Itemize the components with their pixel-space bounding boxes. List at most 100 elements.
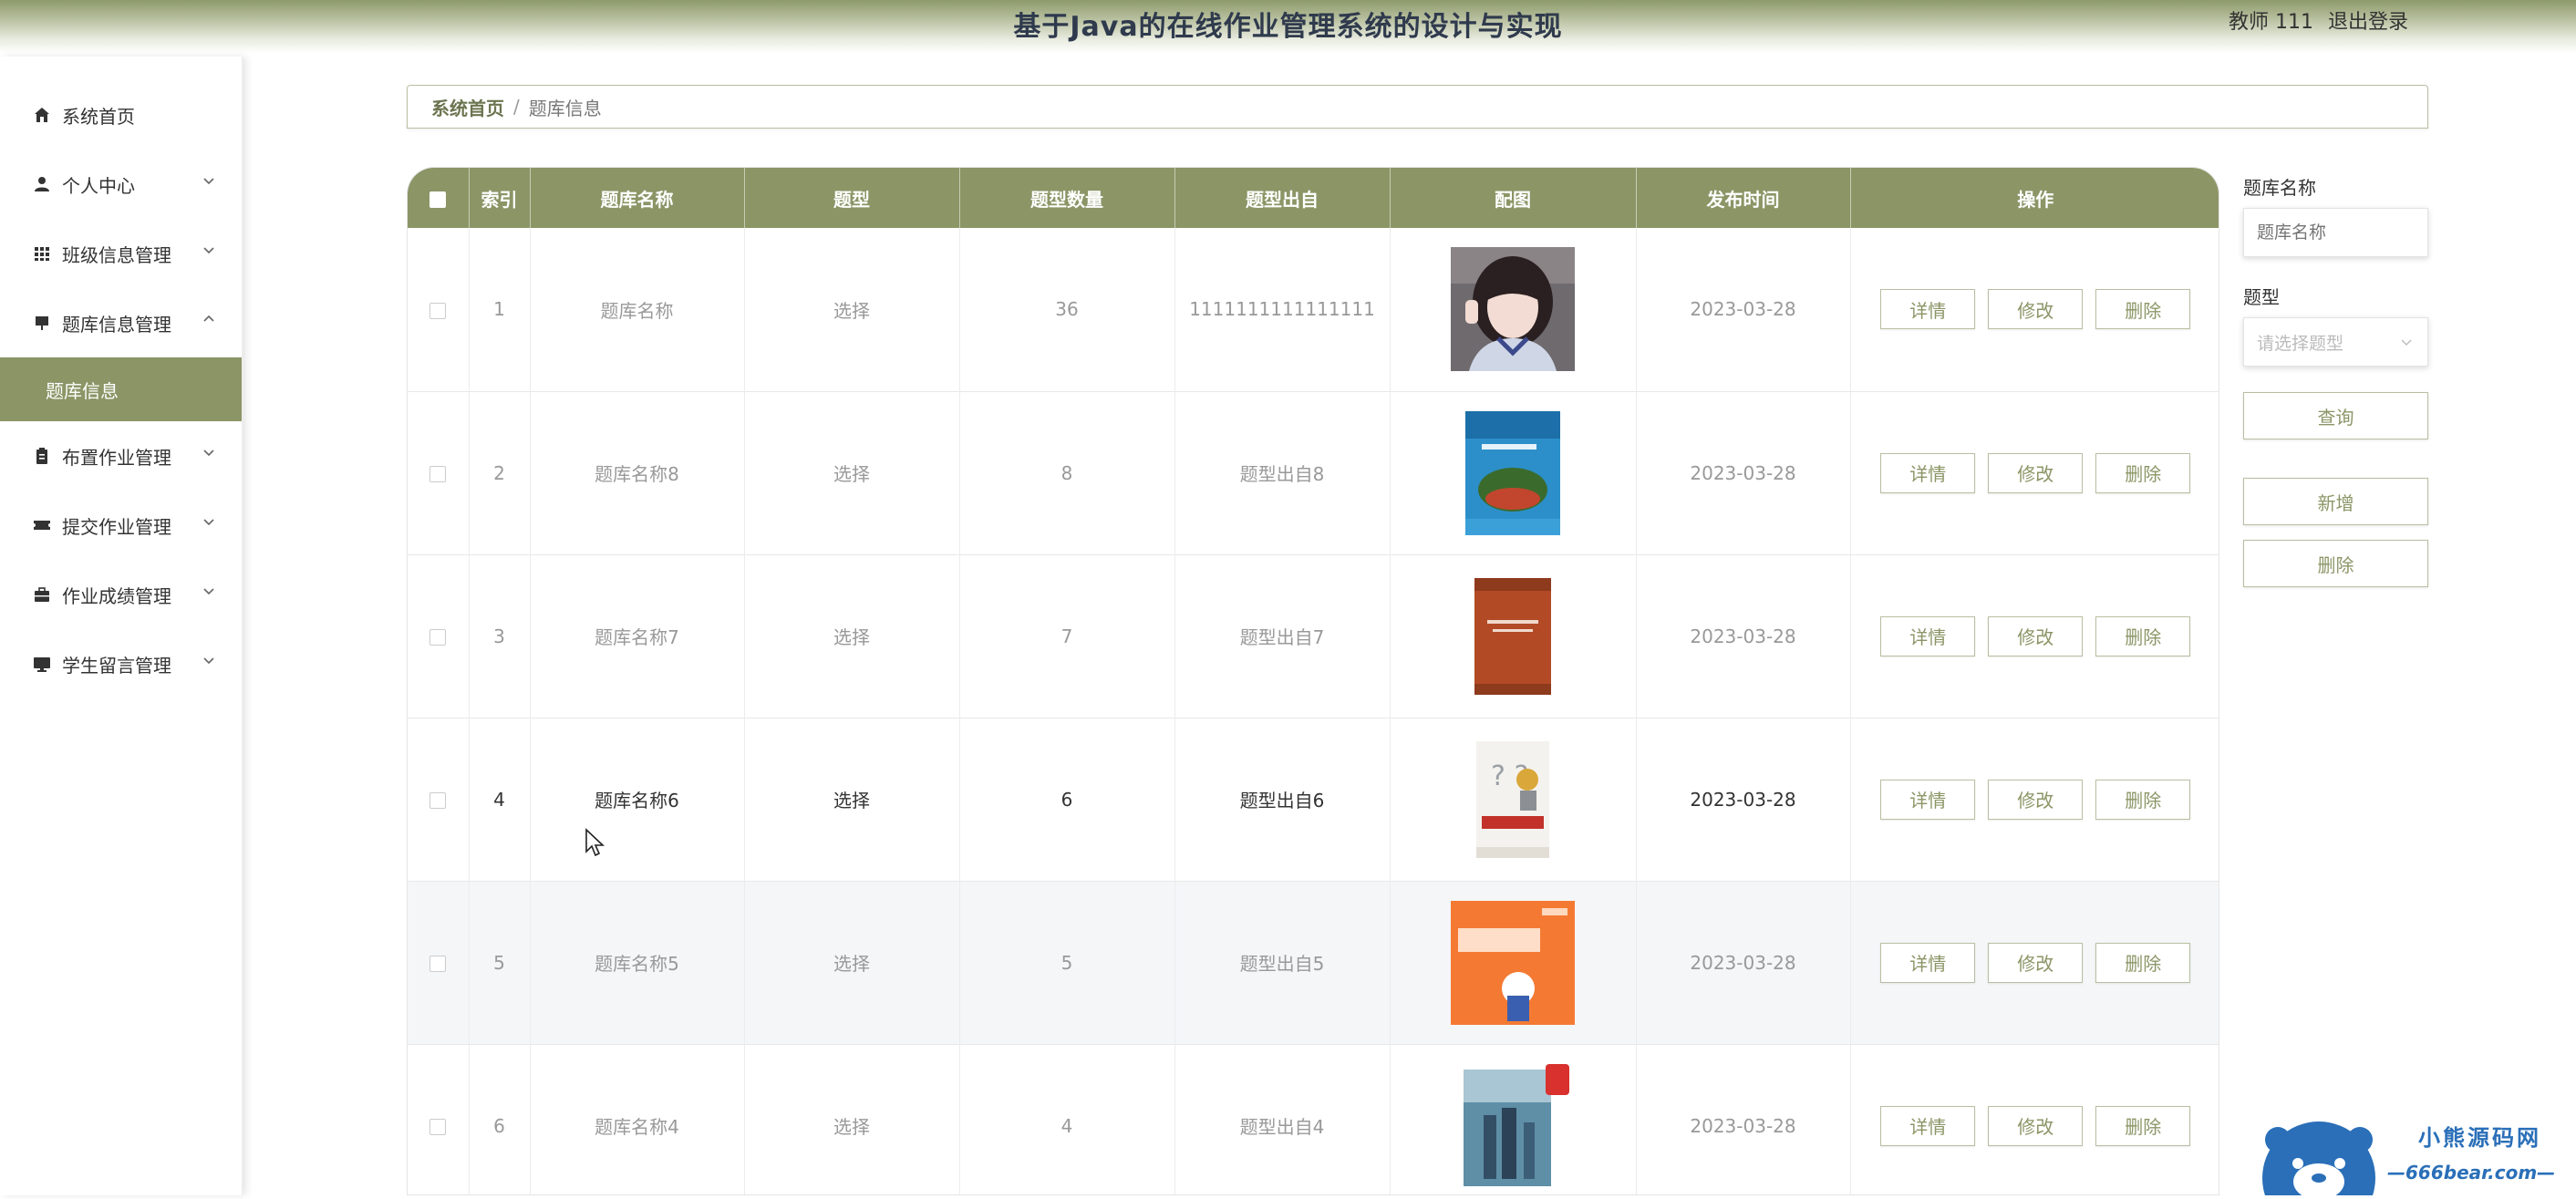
- grid-icon: [33, 244, 51, 263]
- batch-delete-button[interactable]: 删除: [2243, 540, 2428, 587]
- cell-type: 选择: [744, 1044, 960, 1194]
- question-book-cover-image: ? ?: [1451, 738, 1575, 862]
- cell-index: 1: [469, 228, 531, 391]
- sidebar-item-question-bank[interactable]: 题库信息管理: [0, 288, 242, 357]
- table-row[interactable]: 5 题库名称5 选择 5 题型出自5 2023-03-28 详情 修改 删除: [408, 881, 2219, 1044]
- row-checkbox[interactable]: [429, 302, 447, 319]
- delete-button[interactable]: 删除: [2095, 615, 2191, 656]
- type-filter-label: 题型: [2243, 286, 2280, 308]
- sidebar-item-label: 学生留言管理: [62, 654, 171, 677]
- edit-button[interactable]: 修改: [1988, 452, 2084, 493]
- detail-button[interactable]: 详情: [1880, 289, 1976, 330]
- table-row[interactable]: 2 题库名称8 选择 8 题型出自8 2023-03-28 详情 修改 删除: [408, 391, 2219, 554]
- type-select[interactable]: 请选择题型: [2243, 317, 2428, 367]
- row-checkbox[interactable]: [429, 466, 447, 482]
- orange-cet-book-cover-image: [1451, 900, 1575, 1025]
- mouse-cursor-icon: [585, 828, 605, 857]
- cell-count: 8: [959, 391, 1175, 554]
- briefcase-icon: [33, 585, 51, 604]
- delete-button[interactable]: 删除: [2095, 942, 2191, 983]
- user-name: 教师 111: [2228, 11, 2313, 34]
- cell-count: 4: [959, 1044, 1175, 1194]
- user-area: 教师 111 退出登录: [2229, 5, 2408, 35]
- cell-source: 题型出自4: [1174, 1044, 1391, 1194]
- column-header: 操作: [2017, 188, 2054, 211]
- table-row[interactable]: 1 题库名称 选择 36 1111111111111111 2023-03-28…: [408, 228, 2219, 391]
- detail-button[interactable]: 详情: [1880, 452, 1976, 493]
- top-header: 基于Java的在线作业管理系统的设计与实现 教师 111 退出登录: [0, 0, 2576, 53]
- sidebar-item-label: 作业成绩管理: [62, 584, 171, 607]
- sidebar-item-assign-homework[interactable]: 布置作业管理: [0, 421, 242, 491]
- search-panel: 题库名称 题型 请选择题型 查询 新增 删除: [2243, 173, 2430, 587]
- cell-date: 2023-03-28: [1636, 228, 1851, 391]
- cell-date: 2023-03-28: [1636, 554, 1851, 718]
- cell-source: 题型出自7: [1174, 554, 1391, 718]
- row-checkbox[interactable]: [429, 629, 447, 646]
- edit-button[interactable]: 修改: [1988, 289, 2084, 330]
- sidebar-subitem-question-info[interactable]: 题库信息: [0, 357, 242, 421]
- monitor-icon: [33, 655, 51, 673]
- column-header: 题型: [744, 168, 960, 228]
- user-icon: [33, 175, 51, 193]
- app-title: 基于Java的在线作业管理系统的设计与实现: [1013, 11, 1563, 43]
- cell-index: 2: [469, 391, 531, 554]
- delete-button[interactable]: 删除: [2095, 1105, 2191, 1146]
- delete-button[interactable]: 删除: [2095, 289, 2191, 330]
- table-row[interactable]: 3 题库名称7 选择 7 题型出自7 2023-03-28 详情 修改 删除: [408, 554, 2219, 718]
- cell-count: 5: [959, 881, 1175, 1044]
- breadcrumb: 系统首页 / 题库信息: [407, 85, 2428, 129]
- chevron-down-icon: [2401, 339, 2412, 346]
- detail-button[interactable]: 详情: [1880, 615, 1976, 656]
- name-search-input[interactable]: [2243, 208, 2428, 257]
- sidebar-item-grades[interactable]: 作业成绩管理: [0, 560, 242, 629]
- chevron-down-icon: [203, 657, 214, 665]
- watermark-logo: 小熊源码网 —666bear.com—: [2260, 1114, 2570, 1199]
- detail-button[interactable]: 详情: [1880, 942, 1976, 983]
- table-header-row: 索引 题库名称 题型 题型数量 题型出自 配图 发布时间 操作: [408, 168, 2219, 228]
- row-checkbox[interactable]: [429, 956, 447, 972]
- breadcrumb-home-link[interactable]: 系统首页: [431, 94, 504, 120]
- edit-button[interactable]: 修改: [1988, 779, 2084, 820]
- cell-index: 4: [469, 718, 531, 881]
- detail-button[interactable]: 详情: [1880, 1105, 1976, 1146]
- chevron-down-icon: [203, 519, 214, 526]
- sidebar-item-label: 班级信息管理: [62, 243, 171, 266]
- cell-type: 选择: [744, 881, 960, 1044]
- select-all-header[interactable]: [408, 168, 470, 228]
- sidebar-item-home[interactable]: 系统首页: [0, 80, 242, 150]
- sidebar-item-profile[interactable]: 个人中心: [0, 150, 242, 219]
- add-button[interactable]: 新增: [2243, 478, 2428, 525]
- sidebar-item-messages[interactable]: 学生留言管理: [0, 629, 242, 698]
- blue-book-cover-image: [1451, 410, 1575, 535]
- breadcrumb-current: 题库信息: [528, 97, 602, 119]
- sidebar-item-label: 个人中心: [62, 174, 135, 197]
- row-checkbox[interactable]: [429, 792, 447, 809]
- table-row[interactable]: 6 题库名称4 选择 4 题型出自4 2023-03-28 详情 修改 删除: [408, 1044, 2219, 1194]
- table-row[interactable]: 4 题库名称6 选择 6 题型出自6 ? ? 2023-03-28 详情 修改 …: [408, 718, 2219, 881]
- name-filter-label: 题库名称: [2243, 177, 2316, 199]
- cell-date: 2023-03-28: [1636, 881, 1851, 1044]
- delete-button[interactable]: 删除: [2095, 452, 2191, 493]
- edit-button[interactable]: 修改: [1988, 1105, 2084, 1146]
- delete-button[interactable]: 删除: [2095, 779, 2191, 820]
- sidebar-item-class[interactable]: 班级信息管理: [0, 219, 242, 288]
- chevron-down-icon: [203, 450, 214, 457]
- select-all-checkbox[interactable]: [429, 191, 447, 208]
- column-header: 发布时间: [1636, 168, 1851, 228]
- bear-logo-icon: [2262, 1121, 2375, 1199]
- sidebar-item-submit-homework[interactable]: 提交作业管理: [0, 491, 242, 560]
- edit-button[interactable]: 修改: [1988, 615, 2084, 656]
- column-header: 题型出自: [1174, 168, 1391, 228]
- cell-name: 题库名称8: [530, 391, 745, 554]
- ticket-icon: [33, 516, 51, 534]
- watermark-title: 小熊源码网: [2418, 1125, 2541, 1151]
- detail-button[interactable]: 详情: [1880, 779, 1976, 820]
- cell-name: 题库名称7: [530, 554, 745, 718]
- query-button[interactable]: 查询: [2243, 392, 2428, 439]
- brown-book-cover-image: [1451, 574, 1575, 698]
- cell-name: 题库名称6: [530, 718, 745, 881]
- logout-link[interactable]: 退出登录: [2328, 5, 2408, 35]
- sidebar-item-label: 系统首页: [62, 105, 135, 128]
- row-checkbox[interactable]: [429, 1119, 447, 1135]
- edit-button[interactable]: 修改: [1988, 942, 2084, 983]
